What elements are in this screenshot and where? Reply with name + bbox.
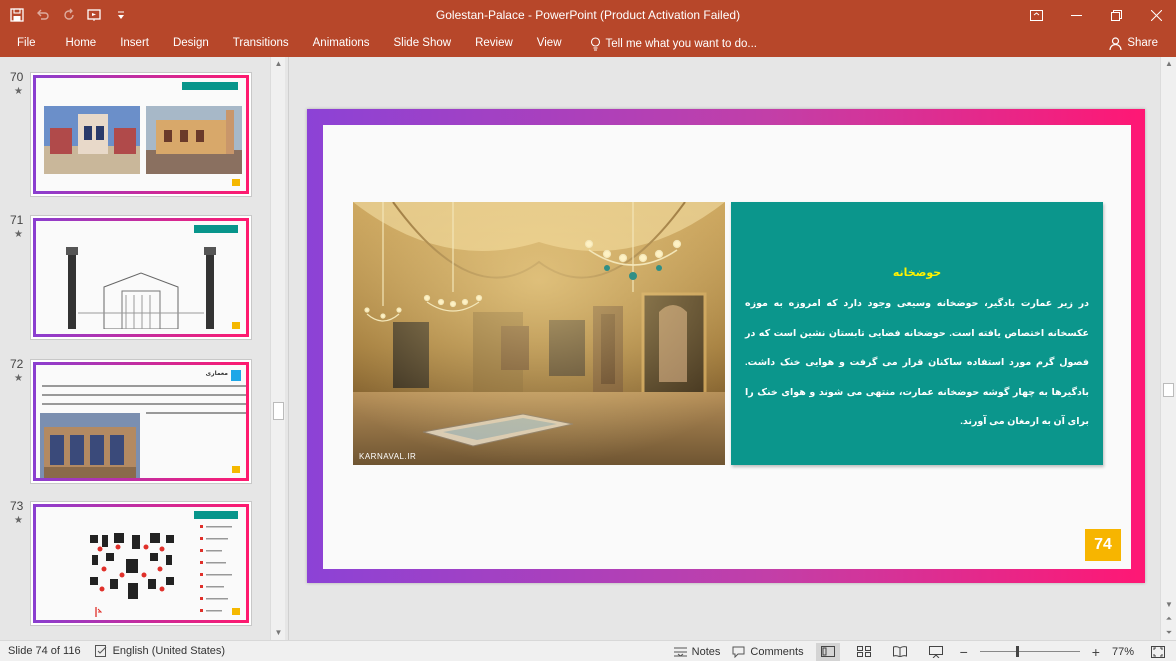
scroll-down-arrow-icon[interactable]: ▼: [271, 626, 286, 640]
tab-design[interactable]: Design: [161, 30, 221, 57]
tell-me-text: Tell me what you want to do...: [605, 37, 758, 50]
hall-photo[interactable]: KARNAVAL.IR: [353, 202, 725, 465]
comments-button[interactable]: Comments: [732, 645, 804, 658]
thumbnail-heading-bar: [194, 511, 238, 519]
slide-thumbnail-pane: 70 ★ 71 ★ 72 ★ معماری 73 ★: [0, 57, 288, 640]
scroll-thumb[interactable]: [273, 402, 284, 420]
slide-show-icon: [928, 645, 943, 658]
notes-icon: [673, 647, 687, 657]
thumbnail-heading: معماری: [205, 371, 228, 377]
minimize-icon[interactable]: [1056, 0, 1096, 30]
scroll-up-arrow-icon[interactable]: ▲: [271, 57, 286, 71]
zoom-in-button[interactable]: +: [1092, 644, 1100, 660]
reading-view-button[interactable]: [888, 643, 912, 661]
fit-to-window-icon: [1151, 645, 1165, 658]
slide-content: KARNAVAL.IR حوضخانه در زیر عمارت بادگیر،…: [323, 125, 1131, 569]
slide-counter: Slide 74 of 116: [8, 645, 81, 657]
tab-slide-show[interactable]: Slide Show: [382, 30, 464, 57]
ribbon-tabs: File Home Insert Design Transitions Anim…: [0, 30, 757, 57]
scroll-thumb[interactable]: [1163, 383, 1174, 397]
tell-me-search[interactable]: Tell me what you want to do...: [574, 30, 758, 57]
normal-view-button[interactable]: [815, 642, 840, 661]
thumbnail-drawing: [66, 247, 216, 329]
ribbon-display-options-icon[interactable]: [1016, 0, 1056, 30]
slide-number-badge: 74: [1085, 529, 1121, 561]
notes-label: Notes: [691, 645, 721, 658]
zoom-level[interactable]: 77%: [1112, 646, 1134, 658]
tab-view[interactable]: View: [525, 30, 574, 57]
animation-star-icon: ★: [14, 229, 23, 240]
thumbnail-legend-lines: [200, 525, 232, 612]
tab-animations[interactable]: Animations: [301, 30, 382, 57]
thumbnail-photo: [40, 413, 140, 478]
palace-interior-image: [353, 202, 725, 465]
thumbnail-scrollbar[interactable]: ▲ ▼: [270, 57, 285, 640]
tab-review[interactable]: Review: [463, 30, 525, 57]
comment-icon: [732, 646, 745, 658]
zoom-slider-thumb[interactable]: [1015, 646, 1019, 657]
lightbulb-icon: [590, 36, 600, 50]
thumbnail-slide-72[interactable]: معماری: [30, 359, 252, 484]
normal-view-icon: [820, 646, 835, 657]
thumbnail-slide-71[interactable]: [30, 215, 252, 340]
animation-star-icon: ★: [14, 515, 23, 526]
thumbnail-heading-bar: [182, 82, 238, 90]
window-controls: [1016, 0, 1176, 30]
title-bar: Golestan-Palace - PowerPoint (Product Ac…: [0, 0, 1176, 30]
tab-home[interactable]: Home: [54, 30, 109, 57]
thumbnail-heading-bar: [194, 225, 238, 233]
scroll-up-arrow-icon[interactable]: ▲: [1161, 57, 1176, 71]
animation-star-icon: ★: [14, 86, 23, 97]
next-slide-icon[interactable]: ⏷: [1161, 626, 1176, 640]
window-title: Golestan-Palace - PowerPoint (Product Ac…: [435, 8, 741, 22]
spell-check-icon: [94, 645, 106, 657]
notes-button[interactable]: Notes: [673, 645, 721, 658]
language-label: English (United States): [112, 645, 226, 657]
fit-slide-button[interactable]: [1146, 643, 1170, 661]
tab-file[interactable]: File: [0, 30, 54, 57]
slide-editing-area: KARNAVAL.IR حوضخانه در زیر عمارت بادگیر،…: [288, 57, 1160, 640]
thumbnail-number: 73: [10, 499, 24, 513]
slide-body-text: در زیر عمارت بادگیر، حوضخانه وسیعی وجود …: [745, 298, 1089, 427]
zoom-out-button[interactable]: −: [960, 644, 968, 660]
description-textbox[interactable]: حوضخانه در زیر عمارت بادگیر، حوضخانه وسی…: [731, 202, 1103, 465]
zoom-slider[interactable]: [979, 646, 1080, 657]
share-button[interactable]: Share: [1103, 32, 1164, 54]
thumbnail-photo: [146, 106, 242, 174]
tab-transitions[interactable]: Transitions: [221, 30, 301, 57]
thumbnail-number-badge: [232, 608, 240, 615]
thumbnail-slide-73[interactable]: [30, 501, 252, 626]
scroll-down-arrow-icon[interactable]: ▼: [1161, 598, 1176, 612]
comments-label: Comments: [750, 645, 804, 658]
thumbnail-number-badge: [232, 179, 240, 186]
status-bar: Slide 74 of 116 English (United States) …: [0, 640, 1176, 661]
animation-star-icon: ★: [14, 373, 23, 384]
thumbnail-number-badge: [232, 322, 240, 329]
thumbnail-north-arrow: [95, 607, 102, 617]
thumbnail-floor-plan: [90, 533, 174, 599]
restore-icon[interactable]: [1096, 0, 1136, 30]
thumbnail-number: 71: [10, 213, 24, 227]
thumbnail-number: 72: [10, 357, 24, 371]
thumbnail-heading-marker: [231, 370, 241, 381]
slide-scrollbar[interactable]: ▲ ▼ ⏶ ⏷: [1160, 57, 1176, 640]
ribbon: File Home Insert Design Transitions Anim…: [0, 30, 1176, 57]
reading-view-icon: [892, 646, 907, 657]
thumbnail-number-badge: [232, 466, 240, 473]
close-icon[interactable]: [1136, 0, 1176, 30]
current-slide[interactable]: KARNAVAL.IR حوضخانه در زیر عمارت بادگیر،…: [307, 109, 1145, 583]
thumbnail-slide-70[interactable]: [30, 72, 252, 197]
person-icon: [1109, 36, 1122, 50]
slide-sorter-view-button[interactable]: [852, 643, 876, 661]
slide-sorter-icon: [856, 646, 871, 657]
thumbnail-number: 70: [10, 70, 24, 84]
previous-slide-icon[interactable]: ⏶: [1161, 612, 1176, 626]
slide-show-view-button[interactable]: [924, 643, 948, 661]
spell-check-status[interactable]: English (United States): [94, 645, 226, 657]
thumbnail-photo: [44, 106, 140, 174]
share-label: Share: [1127, 37, 1158, 49]
tab-insert[interactable]: Insert: [108, 30, 161, 57]
photo-credit: KARNAVAL.IR: [359, 452, 417, 461]
slide-heading: حوضخانه: [892, 267, 942, 279]
